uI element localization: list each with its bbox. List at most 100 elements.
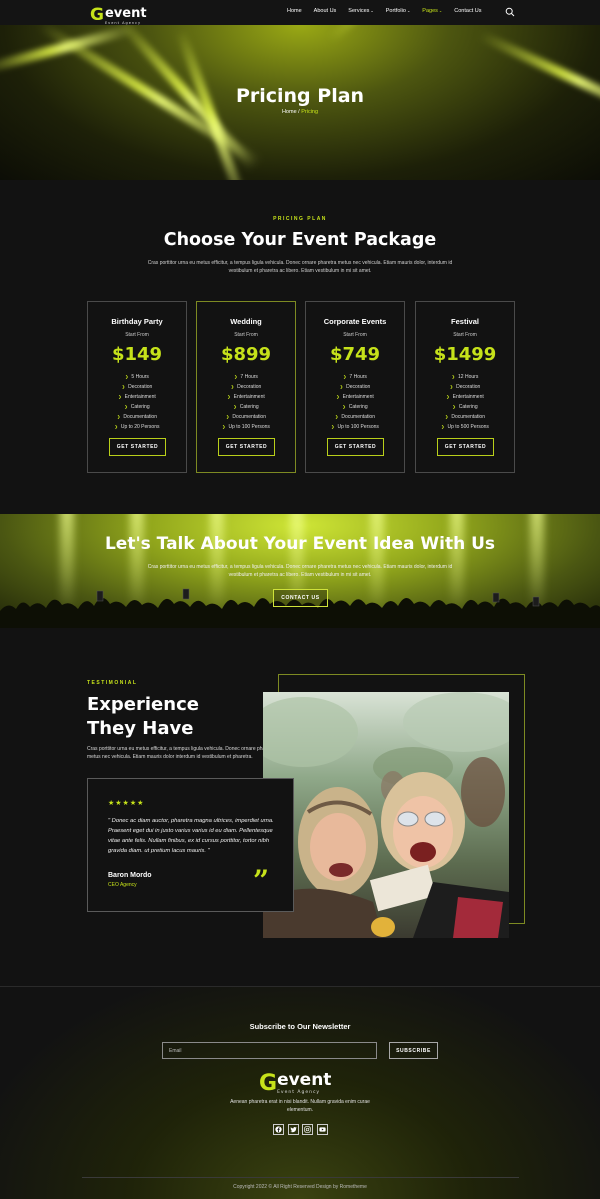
- get-started-button[interactable]: GET STARTED: [327, 438, 384, 456]
- facebook-icon[interactable]: [273, 1124, 284, 1135]
- plan-feature: ❯ Up to 20 Persons: [88, 422, 186, 432]
- get-started-button[interactable]: GET STARTED: [437, 438, 494, 456]
- plan-features: ❯ 7 Hours ❯ Decoration ❯ Entertainment ❯ Cat…: [197, 372, 295, 432]
- feature-text: Catering: [458, 404, 478, 410]
- plan-feature: ❯ Entertainment: [197, 392, 295, 402]
- plan-feature: ❯ Documentation: [197, 412, 295, 422]
- logo-mark: G: [259, 1071, 278, 1096]
- menu-item-home[interactable]: Home: [287, 8, 302, 14]
- plan-features: ❯ 12 Hours ❯ Decoration ❯ Entertainment ❯ Ca…: [416, 372, 514, 432]
- get-started-button[interactable]: GET STARTED: [109, 438, 166, 456]
- menu-item-about-us[interactable]: About Us: [314, 8, 337, 14]
- plan-feature: ❯ Up to 100 Persons: [197, 422, 295, 432]
- plan-feature: ❯ 5 Hours: [88, 372, 186, 382]
- chevron-right-icon: ❯: [445, 414, 449, 419]
- search-icon[interactable]: [505, 7, 515, 17]
- instagram-icon[interactable]: [302, 1124, 313, 1135]
- testimonial-card: ★★★★★ " Donec ac diam auctor, pharetra m…: [87, 778, 294, 912]
- plan-feature: ❯ 7 Hours: [306, 372, 404, 382]
- pricing-card-corporate-events: Corporate Events Start From $749 ❯ 7 Hour…: [305, 301, 405, 473]
- testimonial-description: Cras porttitor urna eu metus efficitur, …: [87, 746, 276, 760]
- logo-tagline: Event Agency: [104, 21, 142, 25]
- menu-item-portfolio[interactable]: Portfolio⌄: [386, 8, 411, 14]
- logo-mark: G: [90, 4, 104, 25]
- chevron-right-icon: ❯: [339, 384, 344, 389]
- pricing-title: Choose Your Event Package: [163, 230, 437, 250]
- plan-price: $749: [329, 344, 381, 365]
- chevron-right-icon: ❯: [118, 394, 122, 399]
- feature-text: 12 Hours: [458, 374, 479, 380]
- chevron-right-icon: ❯: [342, 404, 346, 409]
- page-hero: Pricing Plan Home / Pricing: [0, 25, 600, 180]
- breadcrumb-home[interactable]: Home: [282, 109, 297, 115]
- testimonial-quote: " Donec ac diam auctor, pharetra magna u…: [108, 818, 274, 854]
- plan-feature: ❯ Decoration: [416, 382, 514, 392]
- plan-feature: ❯ Entertainment: [306, 392, 404, 402]
- plan-features: ❯ 5 Hours ❯ Decoration ❯ Entertainment ❯ Cat…: [88, 372, 186, 432]
- plan-feature: ❯ Catering: [197, 402, 295, 412]
- menu-item-services[interactable]: Services⌄: [348, 8, 373, 14]
- plan-feature: ❯ Up to 100 Persons: [306, 422, 404, 432]
- chevron-right-icon: ❯: [331, 424, 335, 429]
- contact-us-button[interactable]: CONTACT US: [273, 589, 328, 607]
- navbar: G event Event Agency Home About Us Servi…: [0, 0, 600, 25]
- site-logo[interactable]: G event Event Agency: [90, 4, 147, 26]
- chevron-right-icon: ❯: [114, 424, 118, 429]
- get-started-button[interactable]: GET STARTED: [218, 438, 275, 456]
- page: G event Event Agency Home About Us Servi…: [0, 0, 600, 1199]
- cta-title: Let's Talk About Your Event Idea With Us: [104, 534, 496, 554]
- email-input[interactable]: [162, 1042, 377, 1059]
- light-beam: [415, 25, 525, 28]
- twitter-icon[interactable]: [287, 1124, 299, 1135]
- menu-label: Services: [348, 8, 370, 14]
- chevron-right-icon: ❯: [124, 404, 128, 409]
- subscribe-button[interactable]: SUBSCRIBE: [389, 1042, 438, 1059]
- star-rating: ★★★★★: [108, 800, 145, 807]
- chevron-right-icon: ❯: [233, 404, 237, 409]
- feature-text: Entertainment: [342, 394, 374, 400]
- plan-feature: ❯ 12 Hours: [416, 372, 514, 382]
- chevron-right-icon: ❯: [449, 384, 454, 389]
- plan-features: ❯ 7 Hours ❯ Decoration ❯ Entertainment ❯ Cat…: [306, 372, 404, 432]
- menu-label: Home: [287, 8, 302, 14]
- title-line: They Have: [87, 718, 194, 739]
- plan-feature: ❯ Entertainment: [88, 392, 186, 402]
- chevron-right-icon: ❯: [441, 424, 445, 429]
- footer-divider: [82, 1177, 519, 1178]
- menu-item-pages[interactable]: Pages⌄: [422, 8, 442, 14]
- plan-start-label: Start From: [234, 332, 258, 338]
- plan-price: $899: [220, 344, 272, 365]
- feature-text: Decoration: [237, 384, 262, 390]
- feature-text: Documentation: [341, 414, 375, 420]
- logo-word: event: [104, 6, 147, 21]
- plan-name: Wedding: [230, 317, 262, 326]
- plan-price: $1499: [433, 344, 497, 365]
- footer: Subscribe to Our Newsletter SUBSCRIBE G …: [0, 986, 600, 1199]
- plan-feature: ❯ Catering: [306, 402, 404, 412]
- chevron-right-icon: ❯: [222, 424, 226, 429]
- plan-start-label: Start From: [125, 332, 149, 338]
- footer-logo[interactable]: G event Event Agency: [259, 1071, 331, 1096]
- plan-feature: ❯ Decoration: [197, 382, 295, 392]
- feature-text: Decoration: [346, 384, 371, 390]
- feature-text: Up to 100 Persons: [337, 424, 379, 430]
- chevron-right-icon: ❯: [234, 374, 238, 379]
- title-line: Experience: [87, 694, 199, 715]
- feature-text: Up to 500 Persons: [447, 424, 489, 430]
- feature-text: Entertainment: [452, 394, 484, 400]
- plan-feature: ❯ Documentation: [416, 412, 514, 422]
- testimonial-title: Experience They Have: [87, 693, 199, 741]
- plan-feature: ❯ Catering: [416, 402, 514, 412]
- menu-label: About Us: [313, 8, 337, 14]
- plan-feature: ❯ Decoration: [88, 382, 186, 392]
- feature-text: 7 Hours: [240, 374, 258, 380]
- plan-feature: ❯ 7 Hours: [197, 372, 295, 382]
- plan-price: $149: [111, 344, 163, 365]
- feature-text: Entertainment: [124, 394, 156, 400]
- menu-item-contact-us[interactable]: Contact Us: [454, 8, 481, 14]
- page-title: Pricing Plan: [235, 85, 365, 107]
- pricing-card-festival: Festival Start From $1499 ❯ 12 Hours ❯ Dec…: [415, 301, 515, 473]
- logo-word: event: [277, 1070, 332, 1090]
- youtube-icon[interactable]: [316, 1124, 328, 1135]
- feature-text: Decoration: [128, 384, 153, 390]
